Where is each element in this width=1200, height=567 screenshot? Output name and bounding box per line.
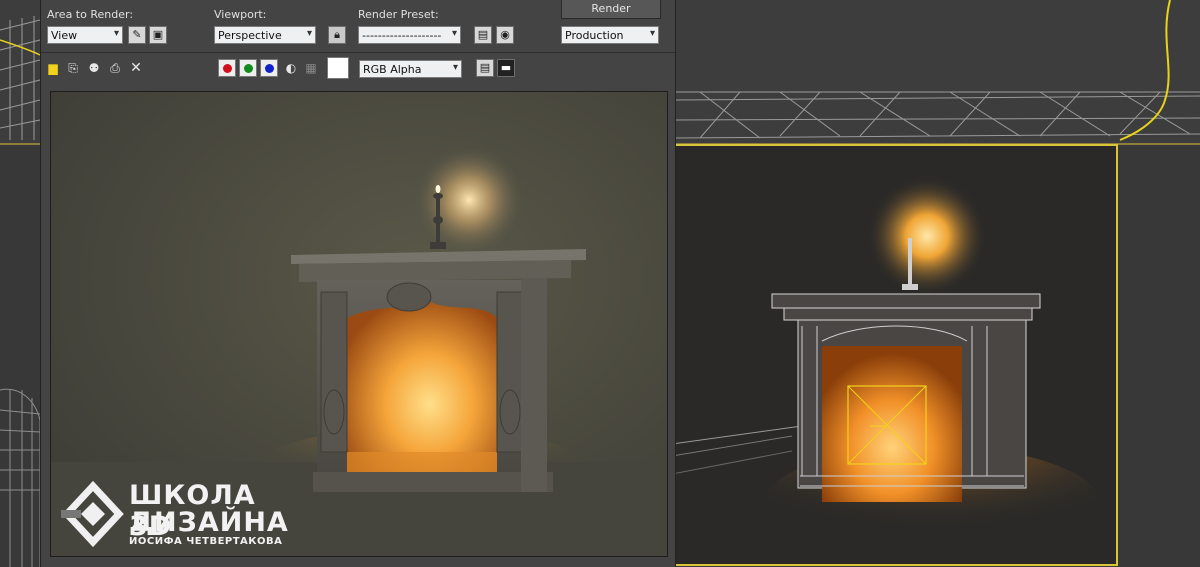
chevron-down-icon: ▾ [649,28,655,39]
render-setup-icon[interactable]: ▤ [474,26,492,44]
watermark-line-2: ДИЗАЙНА [129,507,289,538]
school-logo-icon [61,480,124,548]
production-value: Production [565,29,624,42]
viewport-dropdown[interactable]: Perspective ▾ [214,26,316,44]
viewport-render-fireplace [672,146,1116,564]
color-swatch[interactable] [327,57,349,79]
environment-icon[interactable]: ◉ [496,26,514,44]
chevron-down-icon: ▾ [451,28,457,39]
school-watermark: ШКОЛА 3D ДИЗАЙНА ИОСИФА ЧЕТВЕРТАКОВА [59,480,289,550]
clone-icon[interactable]: ⚉ [86,60,102,76]
edit-region-icon[interactable]: ✎ [128,26,146,44]
green-channel-button[interactable] [239,59,257,77]
green-channel-icon [244,64,253,73]
display-toggle-icon[interactable]: ▤ [476,59,494,77]
print-icon[interactable]: ⎙ [107,60,123,76]
panel-toggle-icon[interactable]: ▬ [497,59,515,77]
viewport-value: Perspective [218,29,282,42]
monochrome-icon[interactable]: ▦ [303,60,319,76]
render-button[interactable]: Render [561,0,661,19]
render-preset-value: -------------------- [362,29,442,42]
red-channel-button[interactable] [218,59,236,77]
copy-icon[interactable]: ⎘ [65,60,81,76]
area-to-render-value: View [51,29,78,42]
save-icon[interactable]: ▆ [45,60,61,76]
chevron-down-icon: ▾ [306,28,312,39]
left-viewport-wireframe [0,380,42,567]
clear-icon[interactable]: ✕ [128,60,144,76]
alpha-channel-icon[interactable]: ◐ [283,60,299,76]
area-to-render-label: Area to Render: [47,8,134,21]
red-channel-icon [223,64,232,73]
production-dropdown[interactable]: Production ▾ [561,26,659,44]
blue-channel-icon [265,64,274,73]
auto-region-icon[interactable]: ▣ [149,26,167,44]
watermark-line-3: ИОСИФА ЧЕТВЕРТАКОВА [129,536,283,547]
channel-dropdown[interactable]: RGB Alpha ▾ [359,60,462,78]
render-preset-label: Render Preset: [358,8,439,21]
toolbar-divider [41,52,675,53]
lock-icon[interactable]: 🔒︎ [328,26,346,44]
perspective-viewport[interactable] [670,144,1118,566]
channel-value: RGB Alpha [363,63,422,76]
area-to-render-dropdown[interactable]: View ▾ [47,26,123,44]
chevron-down-icon: ▾ [452,62,458,73]
rendered-frame-window[interactable]: Area to Render: View ▾ ✎ ▣ Viewport: Per… [40,0,676,567]
chevron-down-icon: ▾ [113,28,119,39]
viewport-label: Viewport: [214,8,267,21]
blue-channel-button[interactable] [260,59,278,77]
render-preset-dropdown[interactable]: -------------------- ▾ [358,26,461,44]
